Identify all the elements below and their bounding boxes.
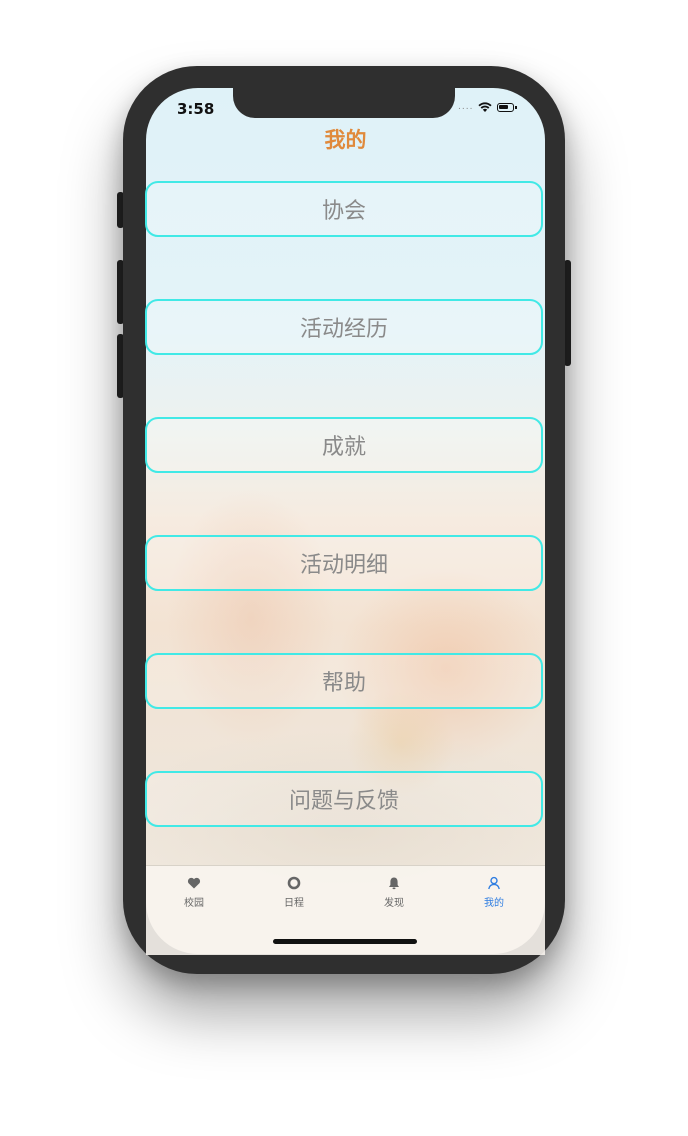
- power-button: [564, 260, 571, 366]
- status-time: 3:58: [177, 100, 215, 118]
- menu-button-achievements[interactable]: 成就: [145, 417, 543, 473]
- person-icon: [488, 876, 500, 890]
- tab-label: 发现: [384, 898, 404, 909]
- tab-mine[interactable]: 我的: [454, 876, 534, 909]
- menu-button-association[interactable]: 协会: [145, 181, 543, 237]
- circle-icon: [287, 876, 301, 890]
- menu-button-activity-details[interactable]: 活动明细: [145, 535, 543, 591]
- battery-icon: [497, 102, 518, 112]
- status-icons: ....: [458, 101, 518, 113]
- tab-campus[interactable]: 校园: [154, 876, 234, 909]
- wifi-icon: [478, 102, 493, 112]
- tab-discover[interactable]: 发现: [354, 876, 434, 909]
- tab-label: 我的: [484, 898, 504, 909]
- signal-dots: ....: [458, 102, 474, 112]
- device-frame: 3:58 .... 我的 协会 活动经历 成就 活动明细 帮助 问题与反馈 校园…: [0, 0, 688, 1136]
- bell-icon: [389, 877, 399, 890]
- tab-schedule[interactable]: 日程: [254, 876, 334, 909]
- menu-button-activity-history[interactable]: 活动经历: [145, 299, 543, 355]
- page-title: 我的: [324, 128, 367, 152]
- tab-label: 校园: [184, 898, 204, 909]
- menu-button-help[interactable]: 帮助: [145, 653, 543, 709]
- home-indicator[interactable]: [273, 939, 417, 944]
- background-shell-shape: [166, 488, 336, 748]
- heart-icon: [187, 877, 201, 889]
- menu-button-feedback[interactable]: 问题与反馈: [145, 771, 543, 827]
- tab-label: 日程: [284, 898, 304, 909]
- notch: [233, 86, 455, 118]
